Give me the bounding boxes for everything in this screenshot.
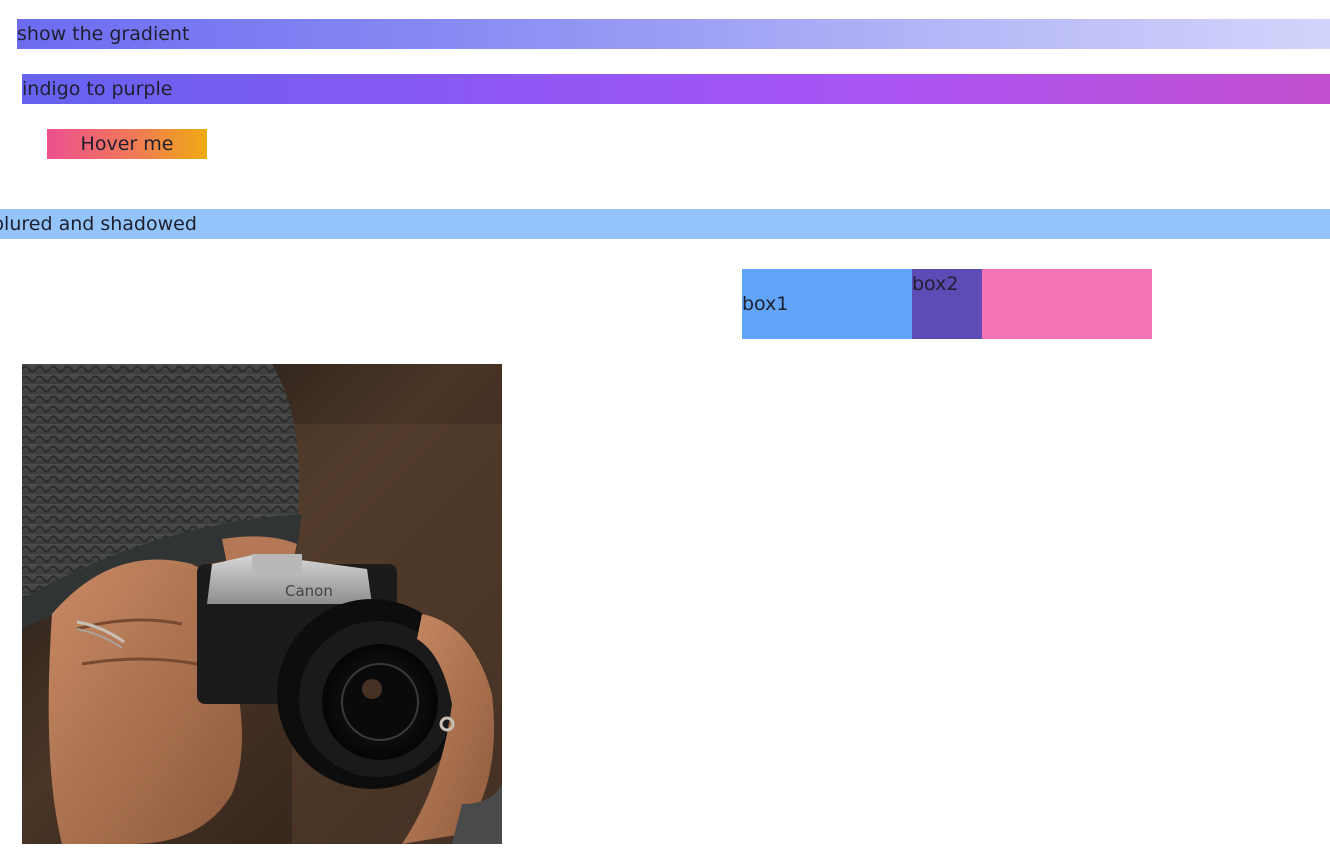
box1-label: box1 [742,293,789,315]
gradient-bar: show the gradient [17,19,1330,49]
indigo-purple-bar-label: indigo to purple [22,78,173,100]
box2-label: box2 [912,273,959,295]
hover-me-button[interactable]: Hover me [47,129,207,159]
blurred-shadowed-bar-label: blured and shadowed [0,213,197,235]
box1: box1 [742,269,912,339]
gradient-bar-label: show the gradient [17,23,190,45]
blurred-shadowed-bar: blured and shadowed [0,209,1330,239]
camera-photo: Canon [22,364,502,844]
box3 [982,269,1152,339]
camera-brand-text: Canon [285,582,333,600]
box2: box2 [912,269,982,339]
indigo-purple-bar: indigo to purple [22,74,1330,104]
